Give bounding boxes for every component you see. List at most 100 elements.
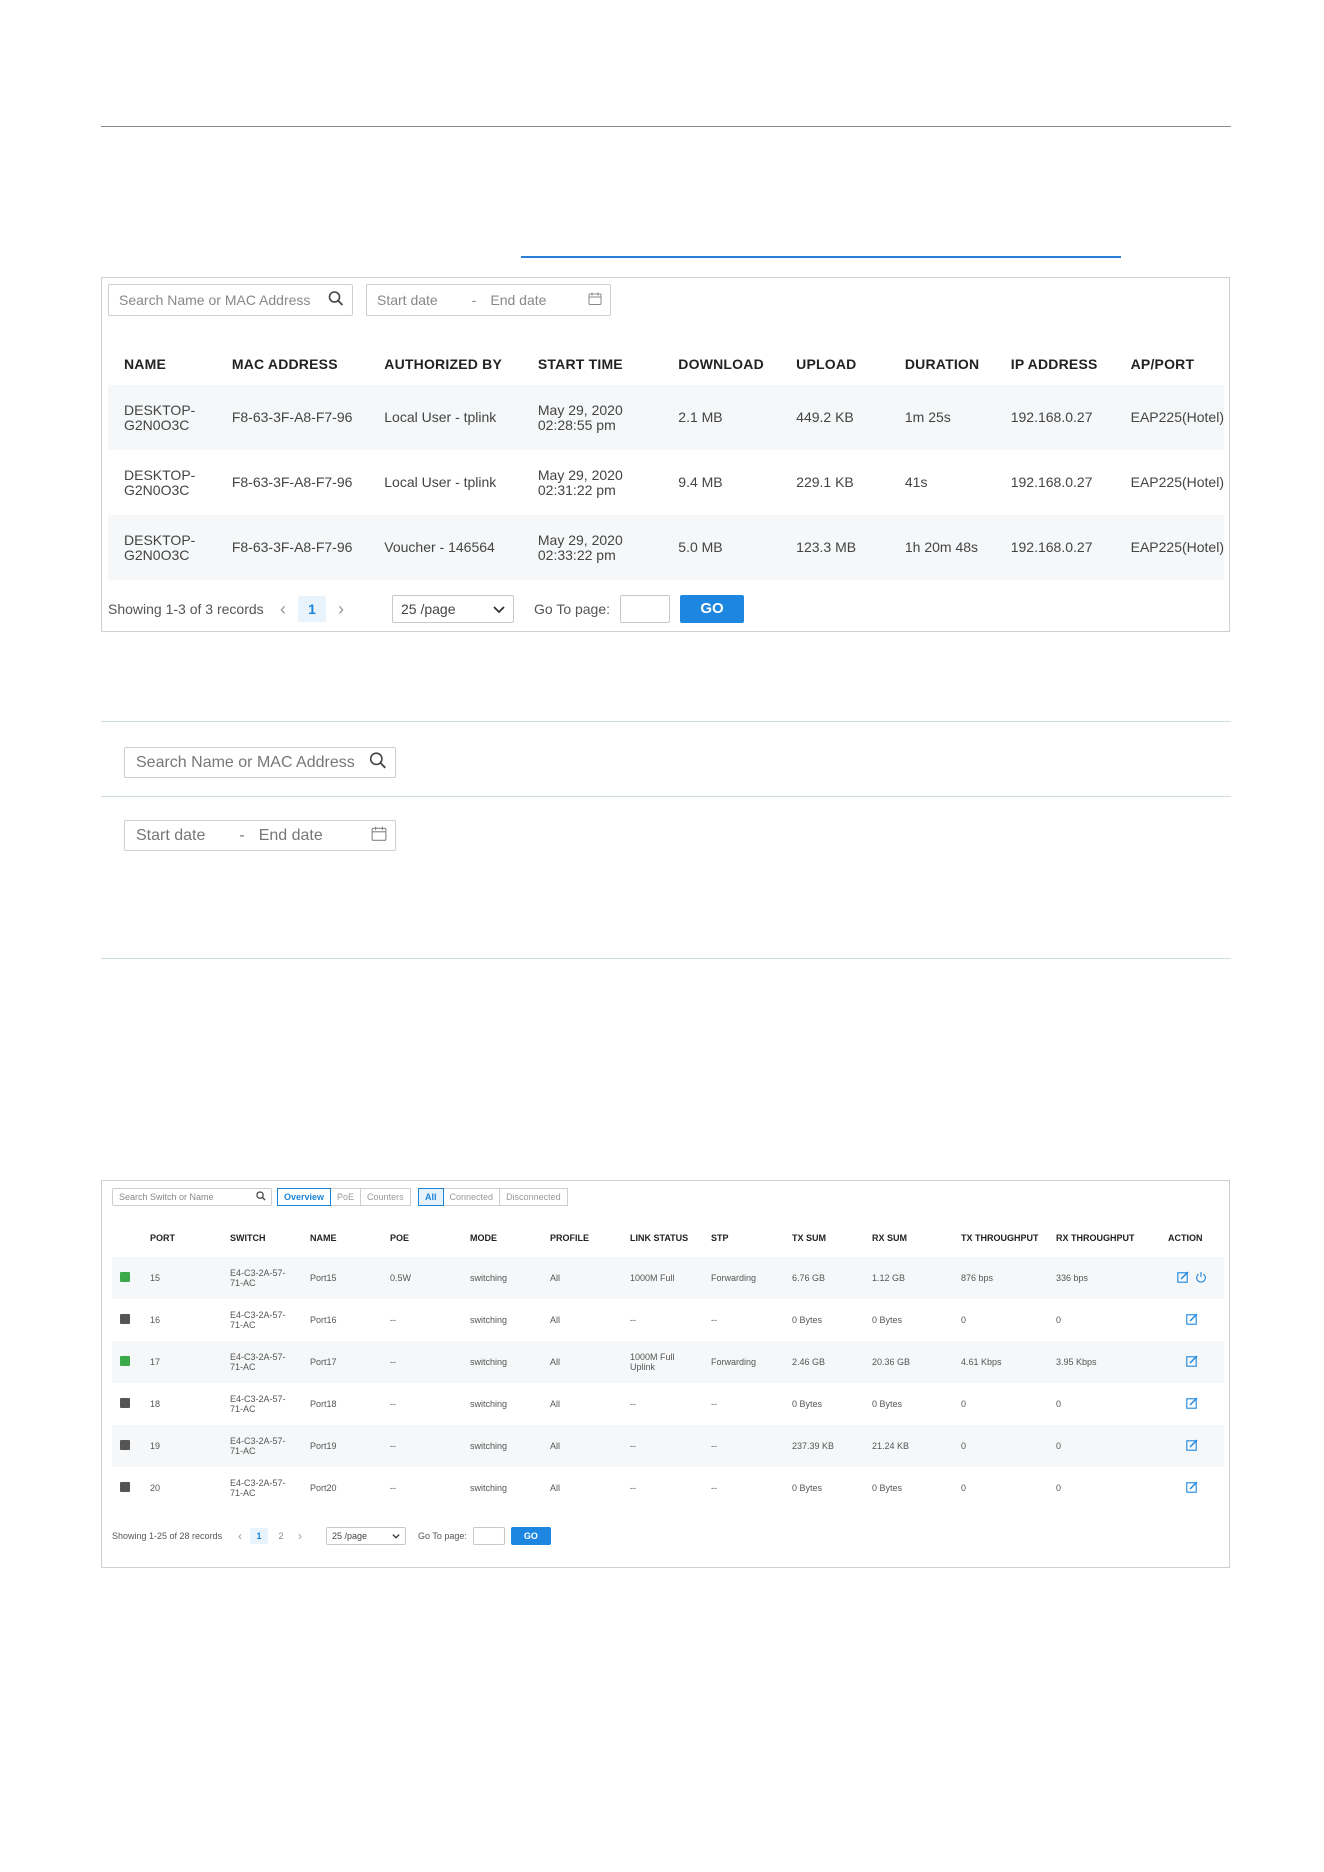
edit-icon[interactable] — [1186, 1355, 1198, 1369]
column-header[interactable]: AP/PORT — [1115, 343, 1224, 385]
page-number[interactable]: 1 — [298, 596, 326, 622]
edit-icon[interactable] — [1186, 1481, 1198, 1495]
status-cell — [112, 1425, 142, 1467]
start-time-line: 02:28:55 pm — [537, 416, 616, 433]
search-icon[interactable] — [369, 751, 387, 774]
goto-page-input[interactable] — [472, 1527, 505, 1545]
goto-page-input[interactable] — [620, 595, 671, 623]
tab-poe[interactable]: PoE — [330, 1188, 362, 1206]
tab-all[interactable]: All — [418, 1188, 444, 1206]
table-row[interactable]: 18 E4-C3-2A-57- 71-AC Port18 -- switching All -… — [112, 1383, 1224, 1425]
column-header[interactable]: RX THROUGHPUT — [1048, 1219, 1160, 1257]
port-number: 20 — [150, 1483, 161, 1493]
link-status-cell: -- — [622, 1425, 703, 1467]
column-header[interactable]: NAME — [108, 343, 216, 385]
column-header[interactable]: DOWNLOAD — [662, 343, 780, 385]
table-row[interactable]: 15 E4-C3-2A-57- 71-AC Port15 0.5W switching Al… — [112, 1257, 1224, 1299]
poe: -- — [382, 1425, 462, 1467]
goto-label: Go To page: — [534, 601, 611, 617]
edit-icon[interactable] — [1177, 1271, 1189, 1285]
tx-throughput: 0 — [961, 1399, 967, 1409]
page-size-select[interactable]: 25 /page — [392, 595, 514, 623]
column-header[interactable]: UPLOAD — [780, 343, 889, 385]
tab-connected[interactable]: Connected — [442, 1188, 501, 1206]
page-number[interactable]: 1 — [250, 1528, 268, 1544]
column-header[interactable]: AUTHORIZED BY — [368, 343, 522, 385]
column-header[interactable]: IP ADDRESS — [995, 343, 1115, 385]
tab-counters[interactable]: Counters — [360, 1188, 411, 1206]
status-cell — [112, 1383, 142, 1425]
column-header[interactable]: STP — [703, 1219, 784, 1257]
start-date-line: May 29, 2020 — [537, 401, 623, 418]
status-cell — [112, 1341, 142, 1383]
divider — [101, 958, 1231, 959]
poe: -- — [390, 1399, 396, 1409]
go-button[interactable]: GO — [510, 1527, 551, 1545]
column-header[interactable]: START TIME — [522, 343, 662, 385]
tx-throughput: 4.61 Kbps — [953, 1341, 1048, 1383]
chevron-right-icon[interactable]: › — [326, 599, 356, 620]
power-icon[interactable] — [1195, 1271, 1207, 1285]
column-header[interactable]: RX SUM — [864, 1219, 953, 1257]
column-header[interactable]: DURATION — [889, 343, 995, 385]
edit-icon[interactable] — [1186, 1313, 1198, 1327]
row-actions — [1186, 1481, 1198, 1495]
table-row[interactable]: 17 E4-C3-2A-57- 71-AC Port17 -- switching All 1… — [112, 1341, 1224, 1383]
port-number: 16 — [150, 1315, 161, 1325]
tab-overview[interactable]: Overview — [277, 1188, 332, 1206]
profile: All — [542, 1341, 622, 1383]
search-input[interactable]: Search Name or MAC Address — [124, 747, 396, 778]
search-icon[interactable] — [256, 1191, 266, 1203]
column-header[interactable]: MODE — [462, 1219, 542, 1257]
mode: switching — [470, 1399, 508, 1409]
date-range-picker[interactable]: Start date - End date — [366, 284, 611, 316]
table-row[interactable]: 16 E4-C3-2A-57- 71-AC Port16 -- switching All -… — [112, 1299, 1224, 1341]
mode: switching — [470, 1315, 508, 1325]
stp: Forwarding — [703, 1341, 784, 1383]
column-header[interactable]: PROFILE — [542, 1219, 622, 1257]
edit-icon[interactable] — [1186, 1397, 1198, 1411]
table-row[interactable]: DESKTOP- G2N0O3C F8-63-3F-A8-F7-96 Local Us… — [108, 385, 1224, 450]
goto-label: Go To page: — [418, 1531, 467, 1541]
ap-port: EAP225(Hotel) — [1130, 474, 1224, 490]
column-header[interactable]: MAC ADDRESS — [216, 343, 368, 385]
link-status-line2: Uplink — [630, 1362, 656, 1372]
port-number: 18 — [150, 1399, 161, 1409]
table-row[interactable]: 20 E4-C3-2A-57- 71-AC Port20 -- switching All -… — [112, 1467, 1224, 1509]
chevron-left-icon[interactable]: ‹ — [230, 1529, 250, 1543]
column-header[interactable]: PORT — [142, 1219, 222, 1257]
chevron-down-icon — [392, 1531, 400, 1541]
search-input[interactable]: Search Switch or Name — [112, 1188, 272, 1206]
action-cell — [1160, 1425, 1224, 1467]
edit-icon[interactable] — [1186, 1439, 1198, 1453]
search-input[interactable]: Search Name or MAC Address — [108, 284, 353, 316]
column-header[interactable]: SWITCH — [222, 1219, 302, 1257]
download: 2.1 MB — [662, 385, 781, 450]
table-row[interactable]: DESKTOP- G2N0O3C F8-63-3F-A8-F7-96 Voucher … — [108, 515, 1224, 580]
column-header[interactable]: NAME — [302, 1219, 382, 1257]
search-placeholder: Search Switch or Name — [119, 1192, 214, 1202]
date-range-picker[interactable]: Start date - End date — [124, 820, 396, 851]
date-separator: - — [239, 826, 245, 844]
search-icon[interactable] — [328, 291, 344, 310]
table-row[interactable]: DESKTOP- G2N0O3C F8-63-3F-A8-F7-96 Local Us… — [108, 450, 1224, 515]
link-status-cell: 1000M Full Uplink — [622, 1341, 703, 1383]
page-number[interactable]: 2 — [272, 1528, 290, 1544]
column-header[interactable]: TX SUM — [784, 1219, 864, 1257]
column-header[interactable]: TX THROUGHPUT — [953, 1219, 1048, 1257]
tx-sum: 0 Bytes — [792, 1315, 823, 1325]
link-status-line1: -- — [630, 1315, 636, 1325]
column-header[interactable]: POE — [382, 1219, 462, 1257]
switch-mac-line1: E4-C3-2A-57- — [230, 1394, 286, 1404]
profile: All — [542, 1257, 622, 1299]
page-size-select[interactable]: 25 /page — [326, 1527, 406, 1545]
client-name-cell: DESKTOP- G2N0O3C — [108, 515, 216, 580]
tab-disconnected[interactable]: Disconnected — [499, 1188, 568, 1206]
column-header[interactable]: ACTION — [1160, 1219, 1224, 1257]
chevron-right-icon[interactable]: › — [290, 1529, 310, 1543]
rx-sum: 0 Bytes — [872, 1483, 903, 1493]
chevron-left-icon[interactable]: ‹ — [268, 599, 298, 620]
go-button[interactable]: GO — [680, 595, 745, 623]
table-row[interactable]: 19 E4-C3-2A-57- 71-AC Port19 -- switching All -… — [112, 1425, 1224, 1467]
column-header[interactable]: LINK STATUS — [622, 1219, 703, 1257]
